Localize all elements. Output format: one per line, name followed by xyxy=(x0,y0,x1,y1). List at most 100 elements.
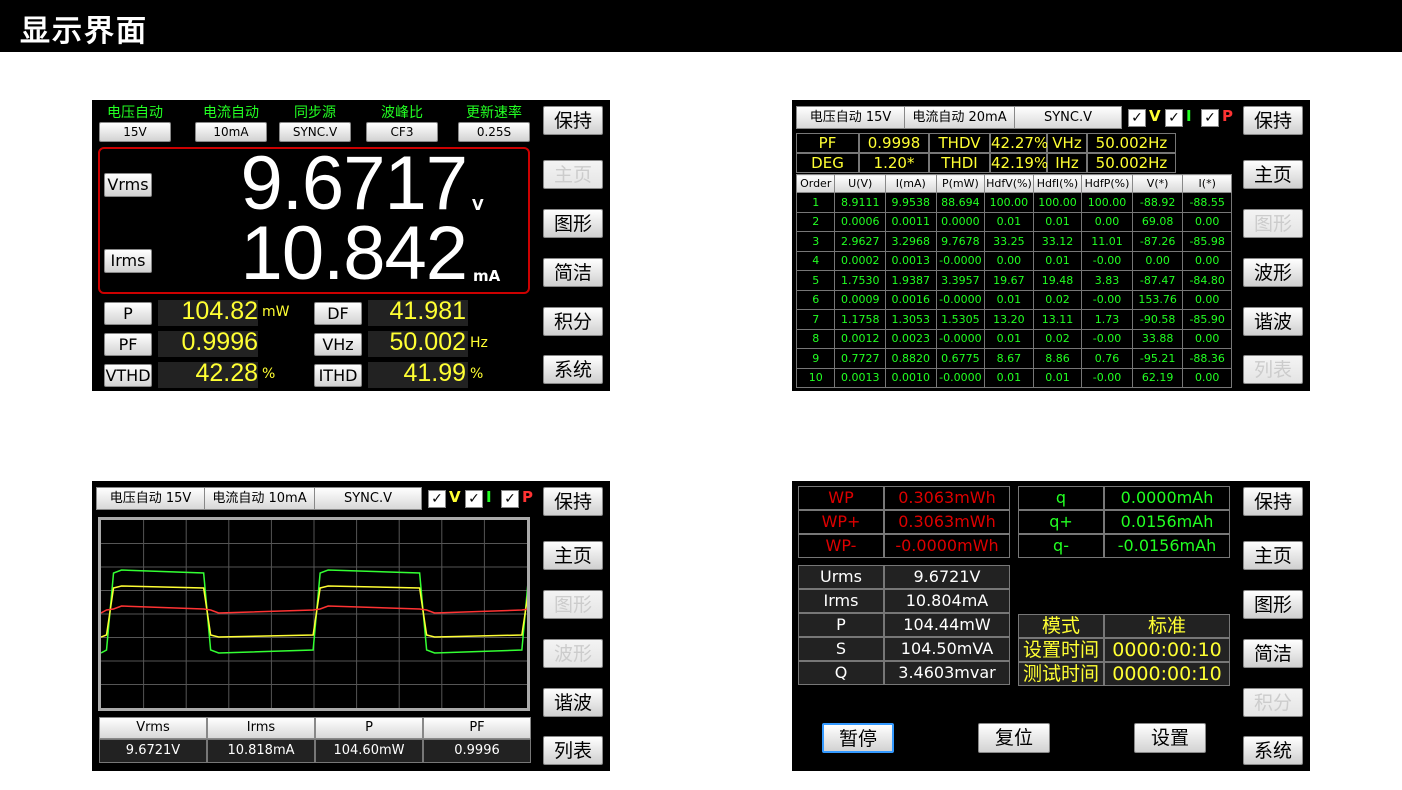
table-row: 10 0.0013 0.0010 -0.0000 0.01 0.01 -0.00 62.19 0… xyxy=(795,367,1232,388)
harmonic-table: Order U(V) I(mA) P(mW) HdfV(%) HdfI(%) HdfP(%)… xyxy=(795,174,1232,388)
side-button-home[interactable]: 主页 xyxy=(543,160,603,189)
top-label: 更新速率 xyxy=(466,105,522,121)
top-setting-button[interactable]: 10mA xyxy=(195,122,267,142)
checkbox-p[interactable]: ✓ xyxy=(501,490,519,508)
side-button-waveform[interactable]: 波形 xyxy=(1243,258,1303,287)
irms-button[interactable]: Irms xyxy=(104,249,152,273)
table-cell: 0.00 xyxy=(1182,328,1232,349)
table-cell: 0.0016 xyxy=(885,289,937,310)
table-cell: -88.92 xyxy=(1131,192,1184,213)
checkbox-v[interactable]: ✓ xyxy=(1128,109,1146,127)
param-label-vthd[interactable]: VTHD xyxy=(104,364,152,387)
side-button-home[interactable]: 主页 xyxy=(1243,160,1303,189)
voltage-range-button[interactable]: 电压自动 15V xyxy=(797,107,905,128)
side-button-hold[interactable]: 保持 xyxy=(543,487,603,516)
checkbox-i[interactable]: ✓ xyxy=(1165,109,1183,127)
meas-label: P xyxy=(798,613,884,637)
table-cell: 19.48 xyxy=(1032,270,1083,291)
param-label-ithd[interactable]: ITHD xyxy=(314,364,362,387)
table-row: 9 0.7727 0.8820 0.6775 8.67 8.86 0.76 -95.21 -88… xyxy=(795,348,1232,369)
side-button-harmonic[interactable]: 谐波 xyxy=(1243,307,1303,336)
q-label: q+ xyxy=(1018,510,1104,534)
table-cell: 0.0013 xyxy=(834,367,887,388)
top-setting-button[interactable]: CF3 xyxy=(366,122,438,142)
side-button-simple[interactable]: 简洁 xyxy=(543,258,603,287)
side-button-integrate[interactable]: 积分 xyxy=(543,307,603,336)
side-button-hold[interactable]: 保持 xyxy=(1243,487,1303,516)
side-button-hold[interactable]: 保持 xyxy=(1243,106,1303,135)
mode-label: 模式 xyxy=(1018,614,1104,638)
sync-source-button[interactable]: SYNC.V xyxy=(1015,107,1121,128)
side-button-integrate[interactable]: 积分 xyxy=(1243,688,1303,717)
table-cell: 13.11 xyxy=(1032,309,1083,330)
side-button-graph[interactable]: 图形 xyxy=(1243,590,1303,619)
voltage-range-button[interactable]: 电压自动 15V xyxy=(97,488,205,509)
side-button-system[interactable]: 系统 xyxy=(1243,736,1303,765)
table-cell: 0.0002 xyxy=(834,250,887,271)
table-row: 3 2.9627 3.2968 9.7678 33.25 33.12 11.01 -87.26… xyxy=(795,231,1232,252)
pause-button[interactable]: 暂停 xyxy=(822,723,894,753)
screen-main: 电压自动 15V 电流自动 10mA 同步源 SYNC.V 波峰比 CF3 更新速率 0.25S … xyxy=(92,100,610,391)
side-button-graph[interactable]: 图形 xyxy=(543,209,603,238)
param-value-df: 41.981 xyxy=(389,297,466,325)
top-label: 波峰比 xyxy=(381,105,423,121)
summary-cell: VHz xyxy=(1047,133,1087,153)
current-range-button[interactable]: 电流自动 10mA xyxy=(205,488,315,509)
param-label-vhz[interactable]: VHz xyxy=(314,333,362,356)
side-button-graph[interactable]: 图形 xyxy=(1243,209,1303,238)
table-cell: -0.0000 xyxy=(935,289,986,310)
side-button-list[interactable]: 列表 xyxy=(543,736,603,765)
mode-value: 0000:00:10 xyxy=(1104,662,1230,686)
checkbox-p[interactable]: ✓ xyxy=(1201,109,1219,127)
meas-value: 104.44mW xyxy=(884,613,1010,637)
side-button-home[interactable]: 主页 xyxy=(543,541,603,570)
table-cell: 3.2968 xyxy=(885,231,937,252)
meas-value: 3.4603mvar xyxy=(884,661,1010,685)
top-setting-button[interactable]: SYNC.V xyxy=(279,122,351,142)
checkbox-i[interactable]: ✓ xyxy=(465,490,483,508)
param-value-ithd: 41.99 xyxy=(403,359,466,387)
table-cell: 0.00 xyxy=(1131,250,1184,271)
param-label-p[interactable]: P xyxy=(104,302,152,325)
table-row: 2 0.0006 0.0011 0.0000 0.01 0.01 0.00 69.08 0.00 xyxy=(795,211,1232,232)
checkbox-label-v: V xyxy=(449,488,461,506)
summary-header: Vrms xyxy=(99,717,207,739)
mode-value: 0000:00:10 xyxy=(1104,638,1230,662)
param-label-df[interactable]: DF xyxy=(314,302,362,325)
top-setting-button[interactable]: 15V xyxy=(99,122,171,142)
screen-integration: WP 0.3063mWh WP+ 0.3063mWh WP- -0.0000mWh q 0.0… xyxy=(792,481,1310,771)
param-value-p: 104.82 xyxy=(181,297,258,325)
side-button-system[interactable]: 系统 xyxy=(543,355,603,384)
side-button-harmonic[interactable]: 谐波 xyxy=(543,688,603,717)
table-cell: 0.0023 xyxy=(885,328,937,349)
side-button-waveform[interactable]: 波形 xyxy=(543,639,603,668)
table-cell: 0.0000 xyxy=(935,211,986,232)
param-unit: % xyxy=(262,366,276,382)
current-range-button[interactable]: 电流自动 20mA xyxy=(905,107,1015,128)
table-cell: 0.0012 xyxy=(834,328,887,349)
table-cell: 8.67 xyxy=(984,348,1034,369)
param-label-pf[interactable]: PF xyxy=(104,333,152,356)
top-setting-button[interactable]: 0.25S xyxy=(458,122,530,142)
vrms-button[interactable]: Vrms xyxy=(104,173,152,197)
mode-value: 标准 xyxy=(1104,614,1230,638)
table-cell: -0.00 xyxy=(1081,250,1133,271)
table-header: I(mA) xyxy=(885,174,937,193)
table-cell: -87.26 xyxy=(1131,231,1184,252)
table-header: I(*) xyxy=(1182,174,1232,193)
checkbox-v[interactable]: ✓ xyxy=(428,490,446,508)
side-button-list[interactable]: 列表 xyxy=(1243,355,1303,384)
sync-source-button[interactable]: SYNC.V xyxy=(315,488,421,509)
side-button-home[interactable]: 主页 xyxy=(1243,541,1303,570)
table-cell: 0.01 xyxy=(1032,367,1083,388)
side-button-graph[interactable]: 图形 xyxy=(543,590,603,619)
side-button-simple[interactable]: 简洁 xyxy=(1243,639,1303,668)
checkbox-label-p: P xyxy=(1222,107,1233,125)
reset-button[interactable]: 复位 xyxy=(978,723,1050,753)
table-cell: 8.86 xyxy=(1032,348,1083,369)
settings-button[interactable]: 设置 xyxy=(1134,723,1206,753)
side-button-hold[interactable]: 保持 xyxy=(543,106,603,135)
param-value-pf: 0.9996 xyxy=(181,328,258,356)
wp-value: 0.3063mWh xyxy=(884,510,1010,534)
table-cell: 13.20 xyxy=(984,309,1034,330)
